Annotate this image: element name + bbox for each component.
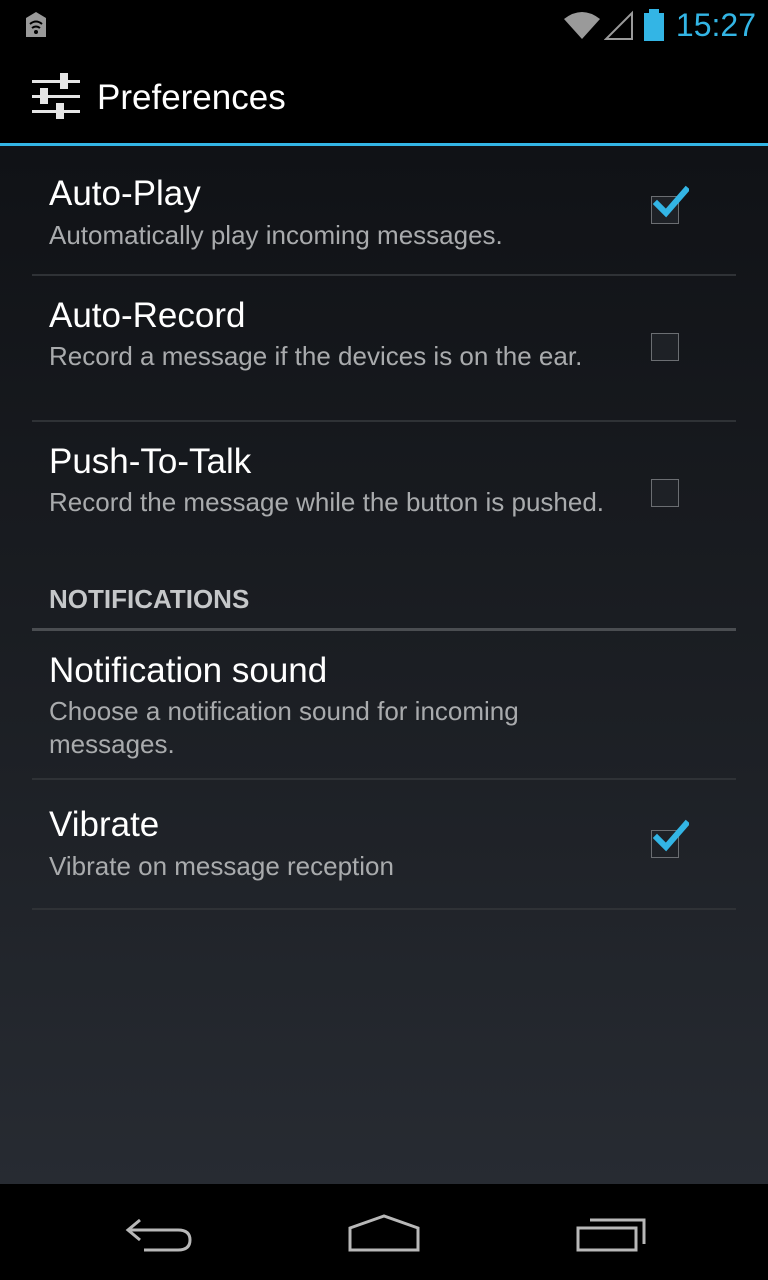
pref-title: Notification sound <box>49 651 328 690</box>
recent-apps-icon[interactable] <box>572 1212 652 1256</box>
auto-record-checkbox[interactable] <box>651 333 681 363</box>
battery-icon <box>643 9 664 41</box>
auto-play-checkbox[interactable] <box>651 185 689 226</box>
status-clock: 15:27 <box>675 7 756 43</box>
section-header-notifications: NOTIFICATIONS <box>32 568 736 631</box>
pref-item-auto-play[interactable]: Auto-Play Automatically play incoming me… <box>32 146 736 276</box>
pref-summary: Record the message while the button is p… <box>49 487 605 517</box>
page-title: Preferences <box>97 78 286 117</box>
pref-title: Push-To-Talk <box>49 442 252 481</box>
home-icon[interactable] <box>344 1212 424 1256</box>
section-header-label: NOTIFICATIONS <box>49 584 250 614</box>
vibrate-checkbox[interactable] <box>651 819 689 860</box>
preferences-list: Auto-Play Automatically play incoming me… <box>0 146 768 1184</box>
pref-title: Auto-Record <box>49 296 246 335</box>
pref-title: Vibrate <box>49 805 160 844</box>
status-bar: 15:27 <box>0 0 768 50</box>
action-bar: Preferences <box>0 50 768 143</box>
pref-summary: Choose a notification sound for incoming… <box>49 696 519 759</box>
pref-item-auto-record[interactable]: Auto-Record Record a message if the devi… <box>32 276 736 422</box>
signal-icon <box>603 10 633 40</box>
pref-summary: Vibrate on message reception <box>49 851 394 881</box>
back-icon[interactable] <box>122 1212 202 1256</box>
push-to-talk-checkbox[interactable] <box>651 479 681 509</box>
pref-item-notification-sound[interactable]: Notification sound Choose a notification… <box>32 631 736 780</box>
pref-item-push-to-talk[interactable]: Push-To-Talk Record the message while th… <box>32 422 736 568</box>
nav-bar <box>0 1184 768 1280</box>
checkbox-box <box>651 479 679 507</box>
checkbox-box <box>651 333 679 361</box>
pref-title: Auto-Play <box>49 174 201 213</box>
pref-summary: Record a message if the devices is on th… <box>49 341 583 371</box>
pref-summary: Automatically play incoming messages. <box>49 220 503 250</box>
pref-item-vibrate[interactable]: Vibrate Vibrate on message reception <box>32 780 736 910</box>
wifi-icon <box>563 12 600 39</box>
screen: 15:27 Preferences Auto-Play Automaticall… <box>0 0 768 1280</box>
checkmark-icon <box>653 819 689 852</box>
checkmark-icon <box>653 185 689 218</box>
notification-app-icon <box>26 12 46 37</box>
sliders-icon[interactable] <box>30 72 82 122</box>
